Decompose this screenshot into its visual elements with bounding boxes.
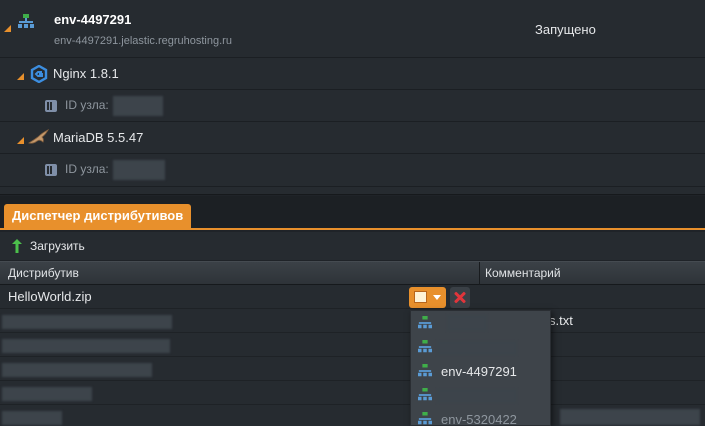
redacted-environment-name: [437, 389, 517, 403]
table-row[interactable]: [0, 381, 705, 405]
redacted-comment: [560, 409, 700, 425]
redacted-environment-name: [437, 341, 517, 355]
table-row[interactable]: HelloWorld.zip: [0, 285, 705, 309]
environment-topology-icon: [18, 14, 34, 28]
menu-item[interactable]: env-4497291: [411, 359, 550, 383]
node-id-icon: [45, 164, 57, 176]
environment-status: Запущено: [535, 22, 596, 37]
node-id-label: ID узла:: [65, 162, 109, 176]
environment-name[interactable]: env-4497291: [54, 12, 131, 27]
column-header-distribution[interactable]: Дистрибутив: [8, 266, 79, 280]
node-id-icon: [45, 100, 57, 112]
tab-deployment-manager[interactable]: Диспетчер дистрибутивов: [4, 204, 192, 228]
redacted-distribution-name: [2, 339, 170, 353]
environment-topology-icon: [418, 388, 432, 401]
grid-header: Дистрибутив Комментарий: [0, 261, 705, 286]
menu-item[interactable]: env-5320422: [411, 407, 550, 426]
collapse-arrow-icon[interactable]: [4, 25, 11, 32]
environment-url[interactable]: env-4497291.jelastic.regruhosting.ru: [54, 35, 232, 47]
node-id-label: ID узла:: [65, 98, 109, 112]
distribution-name: HelloWorld.zip: [8, 289, 92, 304]
environment-topology-icon: [418, 316, 432, 329]
package-icon: [414, 291, 427, 303]
redacted-node-id: [113, 160, 165, 180]
node-row-nginx[interactable]: Nginx 1.8.1: [0, 58, 705, 90]
redacted-distribution-name: [2, 387, 92, 401]
collapse-arrow-icon[interactable]: [17, 73, 24, 80]
node-id-row: ID узла:: [0, 154, 705, 187]
table-row[interactable]: [0, 333, 705, 357]
panel-tab-strip: Диспетчер дистрибутивов: [0, 196, 705, 230]
node-row-mariadb[interactable]: MariaDB 5.5.47: [0, 122, 705, 154]
environment-topology-icon: [418, 340, 432, 353]
mariadb-icon: [28, 129, 50, 144]
upload-arrow-icon[interactable]: [12, 239, 22, 253]
redacted-environment-name: [447, 315, 487, 331]
node-id-row: ID узла:: [0, 90, 705, 122]
environment-row[interactable]: env-4497291 env-4497291.jelastic.regruho…: [0, 0, 705, 58]
menu-item-label: env-4497291: [441, 364, 517, 379]
menu-item[interactable]: [411, 335, 550, 359]
distribution-grid: HelloWorld.zip s.txt: [0, 285, 705, 426]
environment-topology-icon: [418, 412, 432, 425]
nginx-icon: [30, 65, 48, 83]
redacted-distribution-name: [2, 315, 172, 329]
collapse-arrow-icon[interactable]: [17, 137, 24, 144]
column-divider[interactable]: [479, 262, 480, 286]
node-name[interactable]: Nginx 1.8.1: [53, 66, 119, 81]
deployment-toolbar: Загрузить: [0, 232, 705, 260]
delete-button[interactable]: [450, 287, 470, 308]
upload-button[interactable]: Загрузить: [30, 239, 85, 253]
menu-item[interactable]: [411, 311, 550, 335]
redacted-node-id: [113, 96, 163, 116]
redacted-distribution-name: [2, 363, 152, 377]
table-row[interactable]: [0, 405, 705, 426]
table-row[interactable]: s.txt: [0, 309, 705, 333]
chevron-down-icon: [433, 295, 441, 300]
node-name[interactable]: MariaDB 5.5.47: [53, 130, 143, 145]
menu-item[interactable]: [411, 383, 550, 407]
table-row[interactable]: [0, 357, 705, 381]
redacted-distribution-name: [2, 411, 62, 425]
deploy-to-button[interactable]: [409, 287, 446, 308]
distribution-comment: s.txt: [549, 313, 573, 328]
environment-topology-icon: [418, 364, 432, 377]
menu-item-label: env-5320422: [441, 412, 517, 426]
environment-panel: env-4497291 env-4497291.jelastic.regruho…: [0, 0, 705, 195]
column-header-comment[interactable]: Комментарий: [485, 266, 561, 280]
deploy-target-menu: env-4497291 env-5320422: [410, 310, 551, 426]
